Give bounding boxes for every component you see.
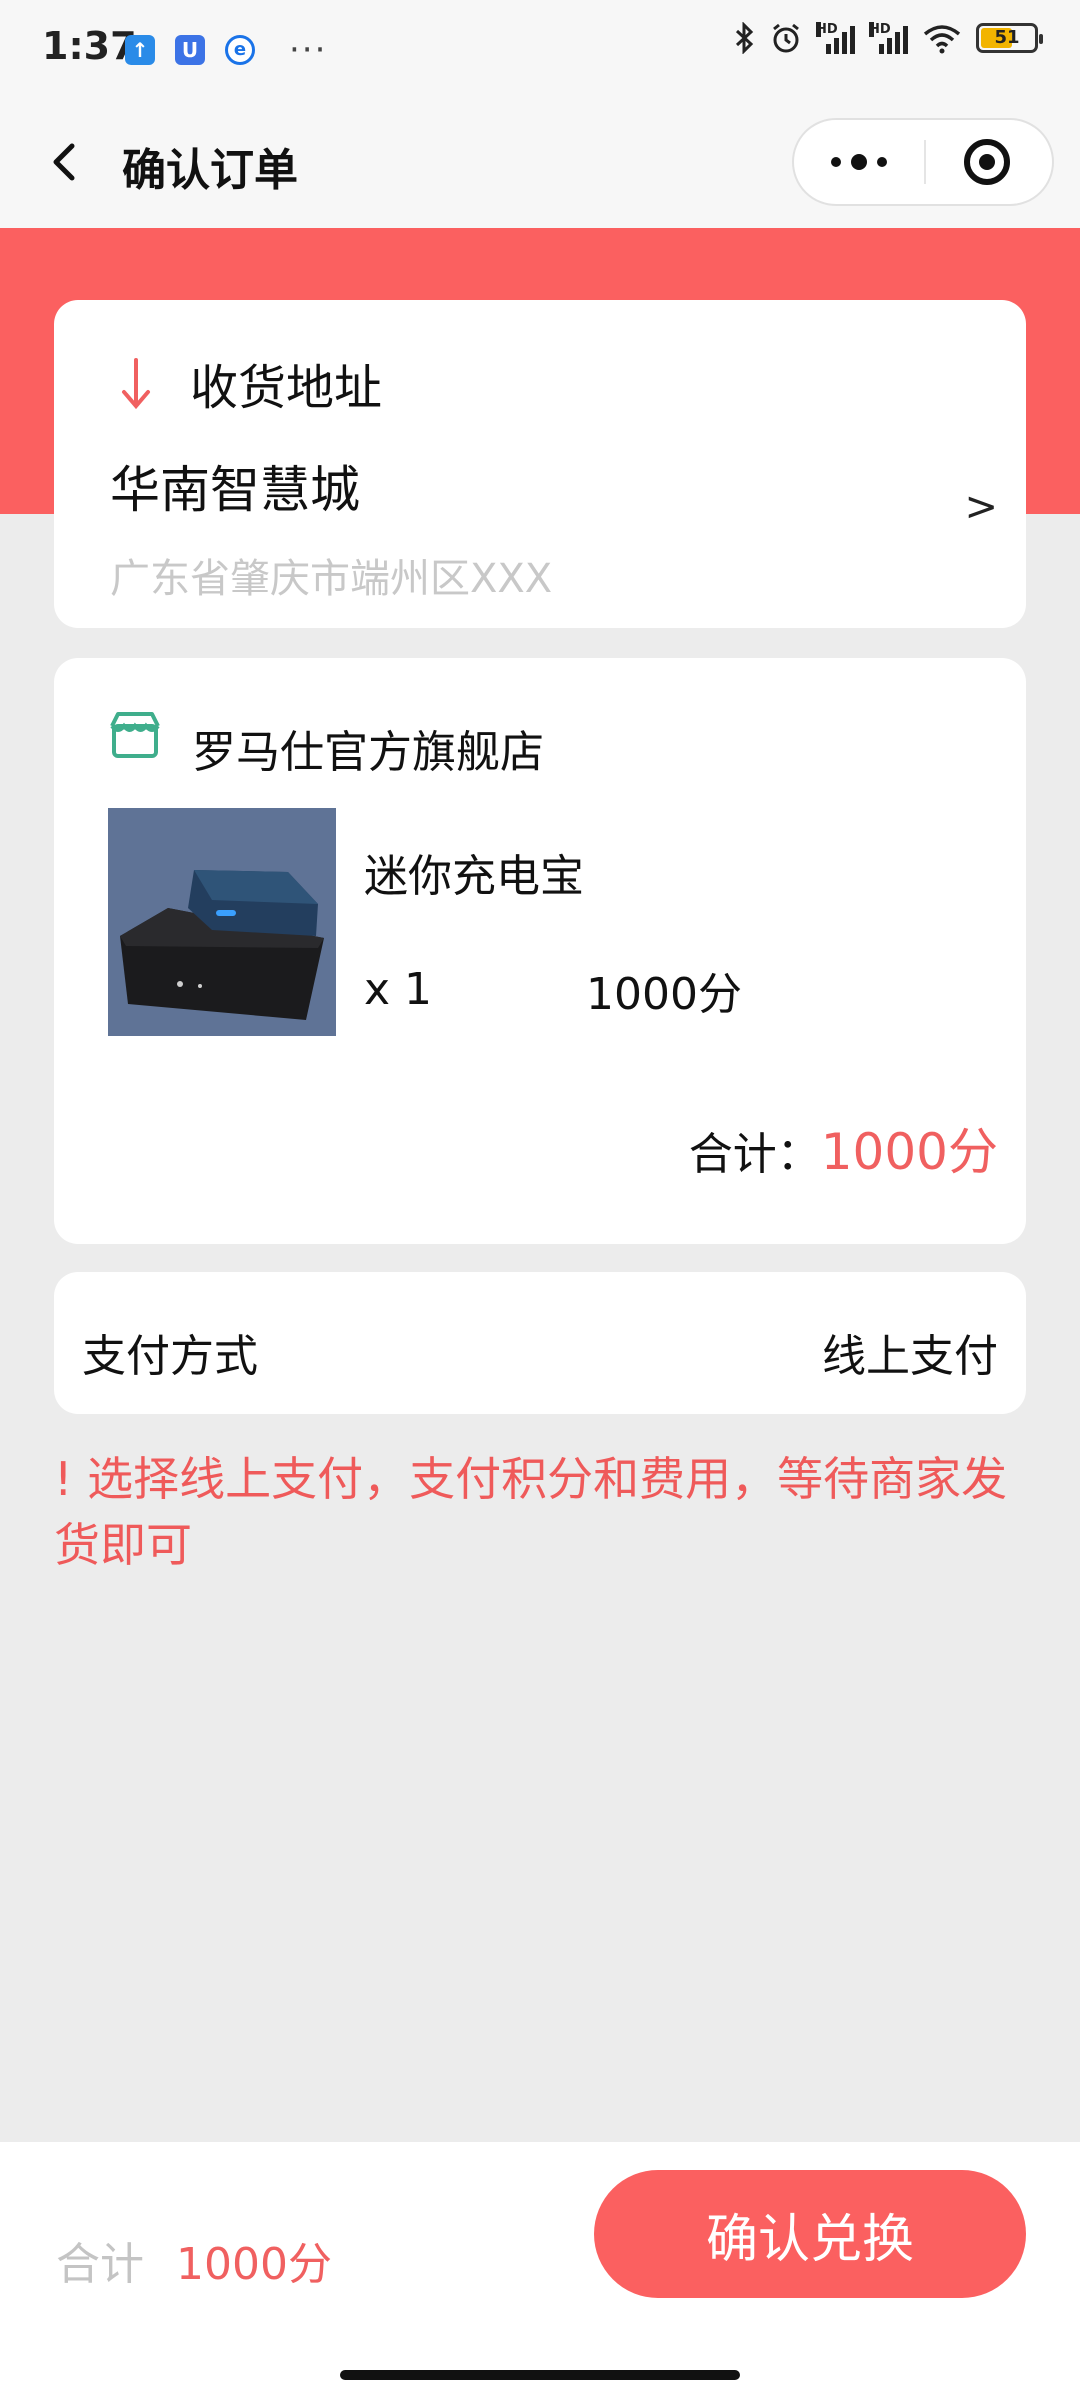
signal-1-icon: HD bbox=[816, 22, 855, 54]
battery-level: 51 bbox=[994, 27, 1020, 48]
nav-bar: 确认订单 bbox=[0, 96, 1080, 228]
product-name: 迷你充电宝 bbox=[364, 851, 584, 902]
status-bar: 1:37 ↑ U e ··· HD HD 51 bbox=[0, 0, 1080, 96]
address-name: 华南智慧城 bbox=[110, 461, 360, 519]
bottom-total-label: 合计 bbox=[56, 2239, 144, 2290]
upload-icon: ↑ bbox=[125, 35, 155, 65]
dot-icon bbox=[851, 154, 867, 170]
status-time: 1:37 bbox=[42, 24, 137, 68]
battery-icon: 51 bbox=[976, 23, 1043, 53]
address-detail: 广东省肇庆市端州区XXX bbox=[110, 556, 553, 602]
u-app-icon: U bbox=[175, 35, 205, 65]
address-card[interactable]: 收货地址 华南智慧城 广东省肇庆市端州区XXX > bbox=[54, 300, 1026, 628]
bottom-total-value: 1000分 bbox=[176, 2239, 332, 2290]
store-icon bbox=[110, 712, 160, 758]
more-menu-button[interactable] bbox=[794, 120, 924, 204]
status-app-icons: ↑ U e ··· bbox=[125, 30, 327, 70]
edge-browser-icon: e bbox=[225, 35, 255, 65]
subtotal-label: 合计： bbox=[688, 1129, 821, 1180]
dot-icon bbox=[877, 157, 887, 167]
mini-program-capsule bbox=[792, 118, 1054, 206]
payment-method-value[interactable]: 线上支付 bbox=[822, 1320, 998, 1384]
payment-method-label: 支付方式 bbox=[82, 1331, 258, 1382]
dot-icon bbox=[831, 157, 841, 167]
subtotal-row: 合计： 1000分 bbox=[689, 1112, 998, 1184]
down-arrow-icon bbox=[122, 358, 150, 410]
payment-method-row[interactable]: 支付方式 线上支付 bbox=[54, 1272, 1026, 1414]
order-item-card: 罗马仕官方旗舰店 迷你充电宝 x 1 1000分 合计： 1000分 bbox=[54, 658, 1026, 1244]
target-icon bbox=[964, 139, 1010, 185]
store-name: 罗马仕官方旗舰店 bbox=[192, 727, 544, 778]
bottom-bar: 合计 1000分 确认兑换 bbox=[0, 2142, 1080, 2400]
product-price: 1000分 bbox=[586, 969, 742, 1020]
back-arrow-icon[interactable] bbox=[38, 132, 98, 192]
product-quantity: x 1 bbox=[364, 964, 433, 1015]
subtotal-value: 1000分 bbox=[820, 1123, 998, 1181]
power-bank-image bbox=[108, 808, 336, 1036]
bluetooth-icon bbox=[735, 22, 754, 54]
wifi-icon bbox=[923, 25, 961, 54]
close-mini-program-button[interactable] bbox=[922, 120, 1052, 204]
home-indicator[interactable] bbox=[340, 2370, 740, 2380]
address-header: 收货地址 bbox=[190, 360, 383, 416]
payment-notice: ! 选择线上支付，支付积分和费用，等待商家发货即可 bbox=[54, 1452, 1008, 1572]
product-image[interactable] bbox=[108, 808, 336, 1036]
chevron-right-icon[interactable]: > bbox=[964, 484, 998, 530]
alarm-icon bbox=[773, 23, 799, 53]
page-title: 确认订单 bbox=[122, 145, 298, 196]
signal-2-icon: HD bbox=[869, 22, 908, 54]
status-indicators: HD HD 51 bbox=[734, 22, 1043, 54]
confirm-exchange-button[interactable]: 确认兑换 bbox=[594, 2170, 1026, 2298]
status-more-icon: ··· bbox=[289, 30, 328, 70]
